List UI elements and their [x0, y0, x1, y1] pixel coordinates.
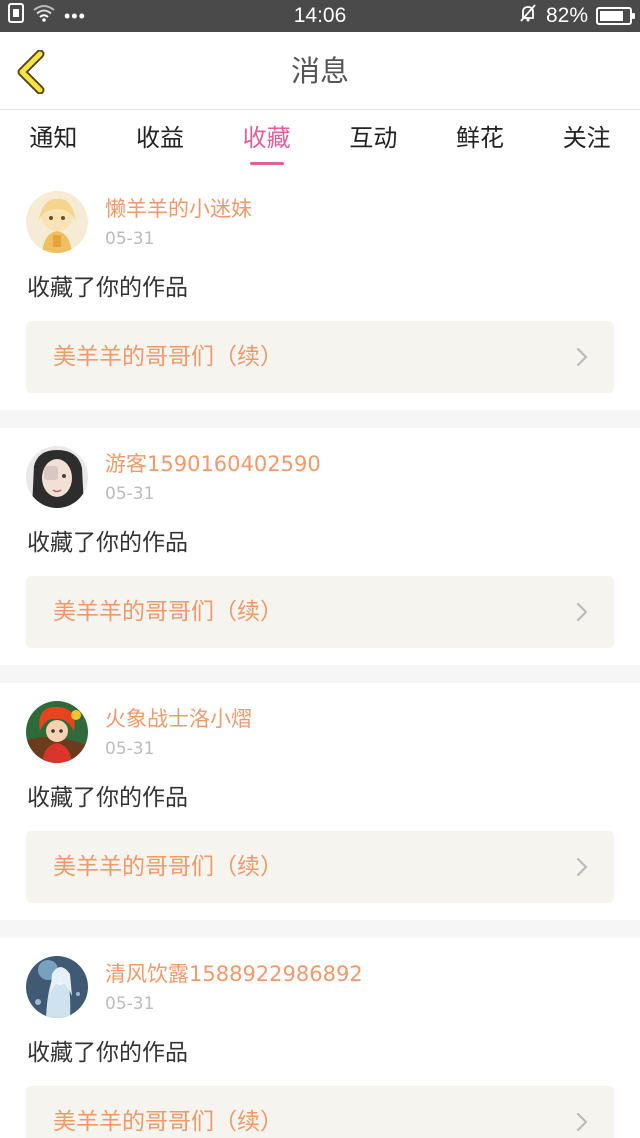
action-text: 收藏了你的作品	[27, 1040, 188, 1066]
avatar[interactable]	[26, 701, 88, 763]
tab-favorites[interactable]: 收藏	[213, 111, 320, 173]
chevron-right-icon	[576, 602, 588, 622]
page-title: 消息	[290, 54, 349, 88]
message-date: 05-31	[105, 739, 155, 759]
message-item: 游客1590160402590 05-31 收藏了你的作品 美羊羊的哥哥们（续）	[0, 428, 640, 683]
avatar[interactable]	[26, 446, 88, 508]
divider	[0, 410, 640, 428]
action-text: 收藏了你的作品	[27, 275, 188, 301]
mute-bell-icon	[518, 3, 538, 29]
tab-bar: 通知 收益 收藏 互动 鲜花 关注	[0, 111, 640, 173]
work-link[interactable]: 美羊羊的哥哥们（续）	[26, 831, 614, 903]
chevron-right-icon	[576, 1112, 588, 1132]
tab-flowers[interactable]: 鲜花	[427, 111, 534, 173]
divider	[0, 920, 640, 938]
username[interactable]: 游客1590160402590	[105, 450, 321, 478]
message-list: 懒羊羊的小迷妹 05-31 收藏了你的作品 美羊羊的哥哥们（续） 游客15901…	[0, 173, 640, 1138]
message-date: 05-31	[105, 229, 155, 249]
tab-earnings[interactable]: 收益	[107, 111, 214, 173]
tab-notifications[interactable]: 通知	[0, 111, 107, 173]
message-date: 05-31	[105, 994, 155, 1014]
status-bar: ••• 14:06 82%	[0, 0, 640, 32]
message-item: 清风饮露1588922986892 05-31 收藏了你的作品 美羊羊的哥哥们（…	[0, 938, 640, 1138]
username[interactable]: 火象战士洛小熠	[105, 705, 252, 733]
message-item: 懒羊羊的小迷妹 05-31 收藏了你的作品 美羊羊的哥哥们（续）	[0, 173, 640, 428]
username[interactable]: 懒羊羊的小迷妹	[105, 195, 252, 223]
chevron-right-icon	[576, 347, 588, 367]
battery-percent: 82%	[545, 4, 588, 27]
battery-level	[600, 11, 623, 21]
work-link[interactable]: 美羊羊的哥哥们（续）	[26, 321, 614, 393]
username[interactable]: 清风饮露1588922986892	[105, 960, 363, 988]
header: 消息	[0, 32, 640, 110]
message-date: 05-31	[105, 484, 155, 504]
battery-icon	[596, 7, 635, 25]
chevron-right-icon	[576, 857, 588, 877]
divider	[0, 665, 640, 683]
message-item: 火象战士洛小熠 05-31 收藏了你的作品 美羊羊的哥哥们（续）	[0, 683, 640, 938]
status-right: 82%	[518, 0, 635, 32]
avatar[interactable]	[26, 191, 88, 253]
tab-interactions[interactable]: 互动	[320, 111, 427, 173]
avatar[interactable]	[26, 956, 88, 1018]
action-text: 收藏了你的作品	[27, 785, 188, 811]
action-text: 收藏了你的作品	[27, 530, 188, 556]
work-link[interactable]: 美羊羊的哥哥们（续）	[26, 576, 614, 648]
work-title: 美羊羊的哥哥们（续）	[53, 344, 283, 370]
work-title: 美羊羊的哥哥们（续）	[53, 599, 283, 625]
work-title: 美羊羊的哥哥们（续）	[53, 854, 283, 880]
tab-following[interactable]: 关注	[533, 111, 640, 173]
work-title: 美羊羊的哥哥们（续）	[53, 1109, 283, 1135]
work-link[interactable]: 美羊羊的哥哥们（续）	[26, 1086, 614, 1138]
